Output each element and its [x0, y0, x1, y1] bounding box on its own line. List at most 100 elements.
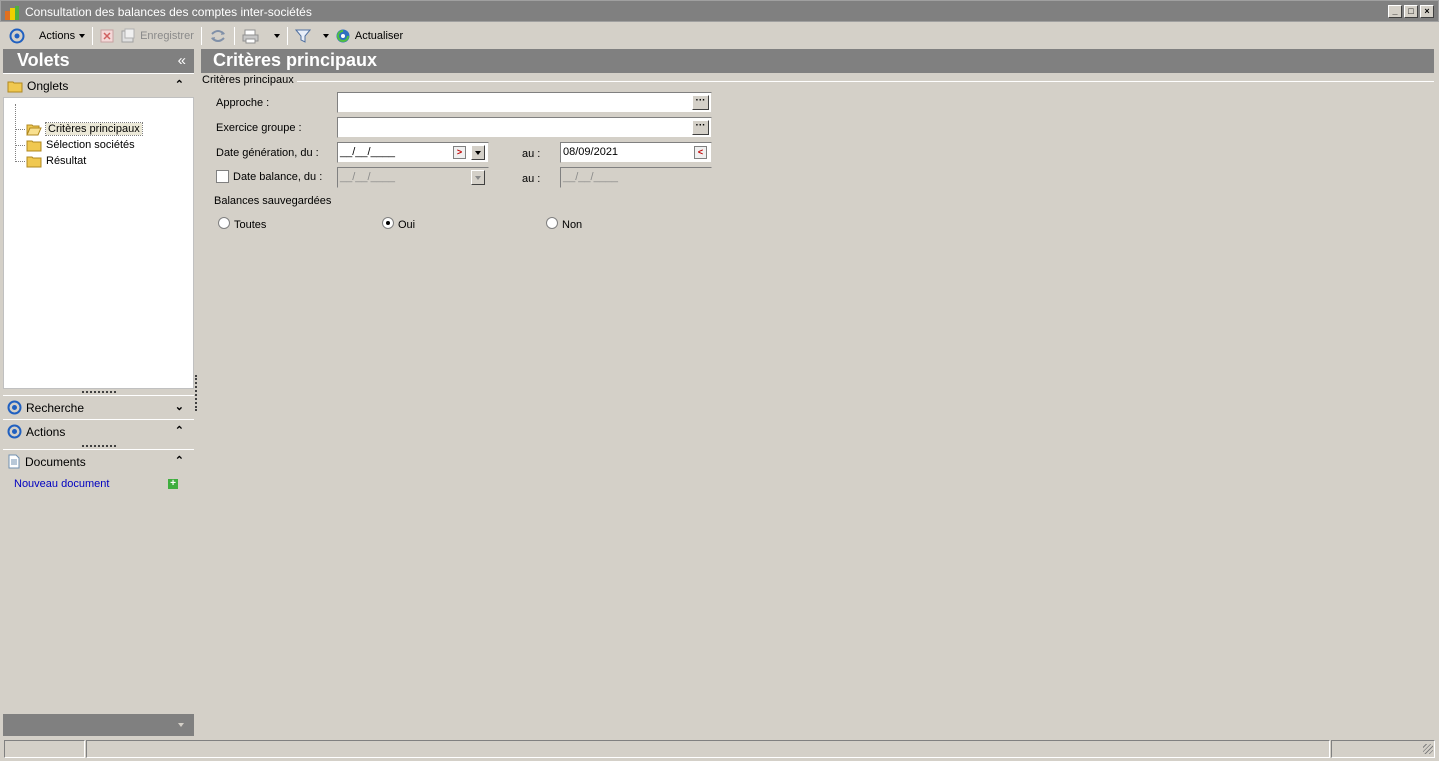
tree-item-criteres-principaux[interactable]: Critères principaux: [26, 121, 143, 137]
au-label: au :: [522, 173, 541, 185]
caret-down-icon[interactable]: [273, 34, 280, 38]
radio-oui[interactable]: [382, 217, 394, 229]
resize-grip-icon[interactable]: [1423, 744, 1433, 754]
radio-toutes-label: Toutes: [234, 219, 267, 231]
au-label: au :: [522, 148, 541, 160]
status-cell: [4, 740, 85, 758]
left-panel: Volets « Onglets ⌃ Critères principaux S…: [3, 49, 194, 737]
delete-button[interactable]: [97, 25, 117, 47]
chevron-up-icon[interactable]: ⌃: [175, 78, 184, 91]
calendar-forward-icon[interactable]: >: [453, 146, 466, 159]
documents-header[interactable]: Documents ⌃: [3, 449, 194, 473]
onglets-tree: Critères principaux Sélection sociétés R…: [3, 97, 194, 389]
tree-item-selection-societes[interactable]: Sélection sociétés: [26, 137, 135, 153]
date-balance-dropdown[interactable]: [471, 170, 485, 185]
refresh-sync-button[interactable]: [206, 25, 230, 47]
chevron-down-icon: [475, 176, 481, 180]
new-document-link[interactable]: Nouveau document: [14, 478, 109, 490]
actions-menu-button[interactable]: Actions: [6, 25, 88, 47]
printer-icon: [242, 29, 259, 44]
approche-input[interactable]: [337, 92, 712, 113]
collapse-panel-button[interactable]: «: [178, 49, 186, 72]
target-icon: [9, 28, 25, 44]
refresh-icon: [336, 29, 350, 43]
caret-down-icon: [79, 34, 86, 38]
date-generation-dropdown[interactable]: [471, 145, 485, 160]
radio-non-label: Non: [562, 219, 583, 231]
exercice-input[interactable]: [337, 117, 712, 138]
date-balance-label: Date balance, du :: [233, 171, 323, 183]
documents-label: Documents: [25, 454, 86, 469]
approche-browse-button[interactable]: ···: [692, 95, 709, 110]
onglets-header[interactable]: Onglets ⌃: [3, 73, 194, 97]
folder-icon: [26, 156, 42, 167]
toolbar: Actions Enregistrer Actualiser: [0, 24, 1439, 48]
app-logo-icon: [5, 6, 19, 20]
approche-label: Approche :: [216, 97, 270, 109]
chevron-down-icon[interactable]: ⌄: [175, 400, 184, 413]
date-balance-to-input[interactable]: __/__/____: [560, 167, 712, 188]
panel-splitter[interactable]: [195, 375, 198, 411]
refresh-button[interactable]: Actualiser: [332, 25, 406, 47]
tree-item-resultat[interactable]: Résultat: [26, 153, 86, 169]
status-bar: [0, 738, 1439, 761]
tree-item-label: Sélection sociétés: [46, 139, 135, 151]
refresh-label: Actualiser: [354, 30, 404, 42]
title-bar: Consultation des balances des comptes in…: [0, 0, 1439, 22]
date-generation-label: Date génération, du :: [216, 147, 319, 159]
chevron-down-icon: [475, 151, 481, 155]
chevron-up-icon[interactable]: ⌃: [175, 454, 184, 467]
tree-item-label: Critères principaux: [45, 122, 143, 136]
filter-icon: [294, 29, 311, 43]
tree-line: [15, 104, 16, 162]
exercice-browse-button[interactable]: ···: [692, 120, 709, 135]
toolbar-separator: [233, 27, 235, 45]
actions-header[interactable]: Actions ⌃: [3, 419, 194, 443]
add-icon[interactable]: +: [168, 479, 178, 489]
date-balance-checkbox[interactable]: [216, 170, 229, 183]
toolbar-separator: [286, 27, 288, 45]
volets-title: Volets: [17, 50, 70, 70]
toolbar-separator: [200, 27, 202, 45]
onglets-label: Onglets: [27, 78, 69, 93]
date-balance-from-input[interactable]: __/__/____: [337, 167, 489, 188]
group-title: Critères principaux: [202, 74, 297, 86]
panel-footer[interactable]: [3, 714, 194, 736]
chevron-up-icon[interactable]: ⌃: [175, 424, 184, 437]
delete-icon: [100, 29, 114, 43]
save-icon: [121, 28, 135, 43]
window-title: Consultation des balances des comptes in…: [25, 5, 312, 19]
group-divider: [296, 81, 1434, 82]
target-icon: [7, 400, 22, 415]
caret-down-icon[interactable]: [178, 723, 184, 727]
print-button[interactable]: [239, 25, 283, 47]
close-button[interactable]: ×: [1420, 5, 1434, 18]
caret-down-icon[interactable]: [322, 34, 329, 38]
recherche-label: Recherche: [26, 400, 85, 415]
filter-button[interactable]: [292, 25, 332, 47]
sync-icon: [210, 30, 225, 42]
save-button[interactable]: Enregistrer: [117, 25, 197, 47]
actions-label: Actions: [39, 30, 76, 42]
date-generation-to-input[interactable]: 08/09/2021: [560, 142, 712, 163]
exercice-label: Exercice groupe :: [216, 122, 302, 134]
radio-oui-label: Oui: [398, 219, 416, 231]
open-folder-icon: [26, 124, 42, 135]
status-cell: [86, 740, 1330, 758]
calendar-back-icon[interactable]: <: [694, 146, 707, 159]
radio-non[interactable]: [546, 217, 558, 229]
document-icon: [8, 454, 20, 469]
minimize-button[interactable]: _: [1388, 5, 1402, 18]
page-title: Critères principaux: [201, 49, 1434, 73]
radio-toutes[interactable]: [218, 217, 230, 229]
tree-line: [15, 145, 25, 146]
tree-line: [15, 129, 25, 130]
date-generation-from-input[interactable]: __/__/____: [337, 142, 489, 163]
recherche-header[interactable]: Recherche ⌄: [3, 395, 194, 419]
balances-label: Balances sauvegardées: [214, 195, 332, 207]
volets-header: Volets «: [3, 49, 194, 73]
maximize-button[interactable]: □: [1404, 5, 1418, 18]
folder-icon: [26, 140, 42, 151]
toolbar-separator: [92, 27, 94, 45]
tree-item-label: Résultat: [46, 155, 87, 167]
